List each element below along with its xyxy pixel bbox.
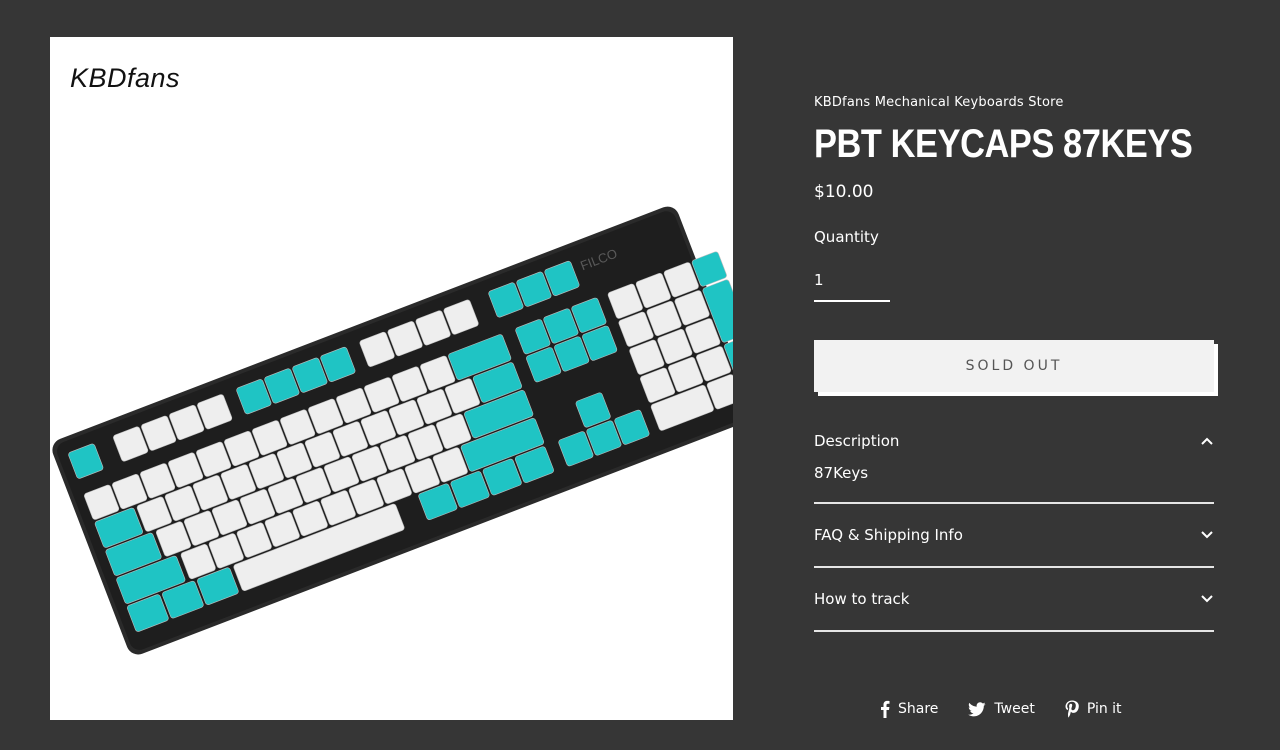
accordion-description-header[interactable]: Description: [814, 422, 1214, 460]
share-twitter-link[interactable]: Tweet: [968, 700, 1035, 718]
pinterest-icon: [1065, 700, 1079, 718]
share-facebook-link[interactable]: Share: [880, 700, 938, 718]
share-pinterest-link[interactable]: Pin it: [1065, 700, 1122, 718]
product-image[interactable]: KBDfans FILCO: [50, 37, 733, 720]
accordion-faq-shipping-header[interactable]: FAQ & Shipping Info: [814, 504, 1214, 566]
share-facebook-label: Share: [898, 701, 939, 717]
vendor-name: KBDfans Mechanical Keyboards Store: [814, 95, 1064, 110]
share-pinterest-label: Pin it: [1086, 701, 1122, 717]
chevron-down-icon: [1200, 592, 1214, 606]
quantity-label: Quantity: [814, 228, 879, 246]
chevron-down-icon: [1200, 528, 1214, 542]
quantity-input[interactable]: [814, 266, 890, 302]
accordion-description: Description 87Keys: [814, 422, 1214, 504]
product-info: KBDfans Mechanical Keyboards Store PBT K…: [814, 90, 1214, 632]
product-accordion: Description 87Keys FAQ & Shipping Info H…: [814, 422, 1214, 632]
product-page: KBDfans FILCO KBDfans Mechanical Keyboar…: [0, 0, 1280, 750]
brand-watermark: KBDfans: [70, 63, 181, 93]
social-share: Share Tweet Pin it: [880, 700, 1122, 718]
sold-out-button[interactable]: SOLD OUT: [814, 340, 1214, 392]
accordion-how-to-track: How to track: [814, 568, 1214, 632]
accordion-how-to-track-header[interactable]: How to track: [814, 568, 1214, 630]
accordion-description-title: Description: [814, 432, 900, 450]
share-twitter-label: Tweet: [994, 701, 1035, 717]
accordion-faq-shipping-title: FAQ & Shipping Info: [814, 526, 963, 544]
accordion-faq-shipping: FAQ & Shipping Info: [814, 504, 1214, 568]
facebook-icon: [880, 700, 890, 718]
product-price: $10.00: [814, 182, 874, 202]
product-title: PBT KEYCAPS 87KEYS: [814, 122, 1193, 166]
accordion-description-body: 87Keys: [814, 464, 869, 482]
accordion-how-to-track-title: How to track: [814, 590, 910, 608]
chevron-up-icon: [1200, 434, 1214, 448]
twitter-icon: [968, 701, 986, 717]
keyboard-illustration: FILCO: [52, 206, 733, 655]
